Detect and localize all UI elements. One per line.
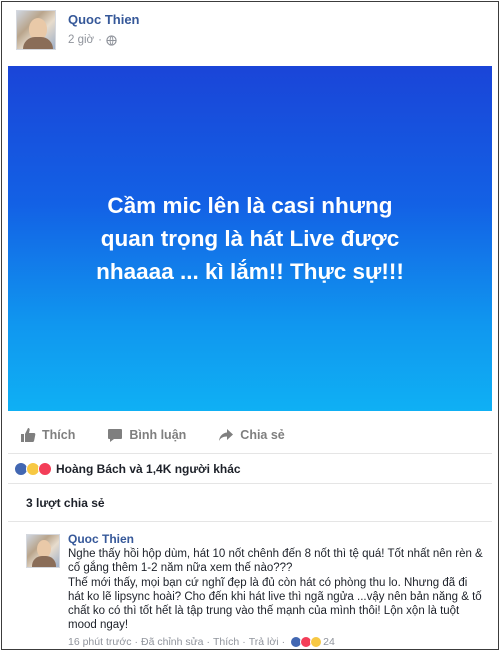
globe-icon[interactable] [106,34,117,46]
comment-reaction-count[interactable]: 24 [323,636,335,648]
comment-edited[interactable]: Đã chỉnh sửa [141,636,203,648]
post-time[interactable]: 2 giờ [68,34,94,46]
comment-body: Quoc Thien Nghe thấy hồi hộp dùm, hát 10… [68,532,484,648]
post-actions-bar: Thích Bình luận Chia sẻ [8,416,492,454]
author-avatar[interactable] [16,10,56,50]
avatar-body [23,37,53,49]
comment-like-link[interactable]: Thích [213,636,239,648]
comment-icon [108,428,123,442]
meta-separator: · [98,34,102,46]
footer-separator: · [242,636,246,648]
reactions-summary[interactable]: Hoàng Bách và 1,4K người khác [8,454,492,484]
reaction-summary-text[interactable]: Hoàng Bách và 1,4K người khác [56,462,241,476]
reaction-icons [14,461,52,476]
status-background-card: Cầm mic lên là casi nhưng quan trọng là … [8,66,492,411]
post-meta: 2 giờ · [68,34,117,46]
post-header: Quoc Thien 2 giờ · [2,2,498,66]
shares-label[interactable]: 3 lượt chia sẻ [26,496,105,510]
status-text: Cầm mic lên là casi nhưng quan trọng là … [96,193,404,284]
footer-separator: · [206,636,211,648]
comment-text-paragraph-1: Nghe thấy hồi hộp dùm, hát 10 nốt chênh … [68,548,483,574]
comment-item: Quoc Thien Nghe thấy hồi hộp dùm, hát 10… [8,522,492,649]
footer-separator: · [134,636,139,648]
comment-author-name[interactable]: Quoc Thien [68,532,484,546]
footer-separator: · [281,636,286,648]
comment-label: Bình luận [129,427,187,442]
shares-count[interactable]: 3 lượt chia sẻ [8,484,492,522]
like-button[interactable]: Thích [20,427,75,443]
thumbs-up-icon [21,427,36,442]
comment-text-paragraph-2: Thế mới thấy, mọi bạn cứ nghĩ đẹp là đủ … [68,577,482,631]
love-icon [38,461,52,476]
post-frame: Quoc Thien 2 giờ · Cầm mic lên là casi n… [1,1,499,650]
share-arrow-icon [219,428,234,441]
like-label: Thích [42,427,76,442]
share-label: Chia sẻ [240,427,285,442]
comment-reply-link[interactable]: Trả lời [249,636,279,648]
avatar-body [32,556,56,567]
haha-icon [310,636,323,648]
commenter-avatar[interactable] [26,534,60,568]
post-author-name[interactable]: Quoc Thien [68,12,140,27]
comment-button[interactable]: Bình luận [107,427,186,443]
comment-reactions[interactable] [290,636,323,648]
share-button[interactable]: Chia sẻ [218,427,285,443]
comment-footer: 16 phút trước · Đã chỉnh sửa · Thích · T… [68,636,484,648]
comment-time[interactable]: 16 phút trước [68,636,132,648]
